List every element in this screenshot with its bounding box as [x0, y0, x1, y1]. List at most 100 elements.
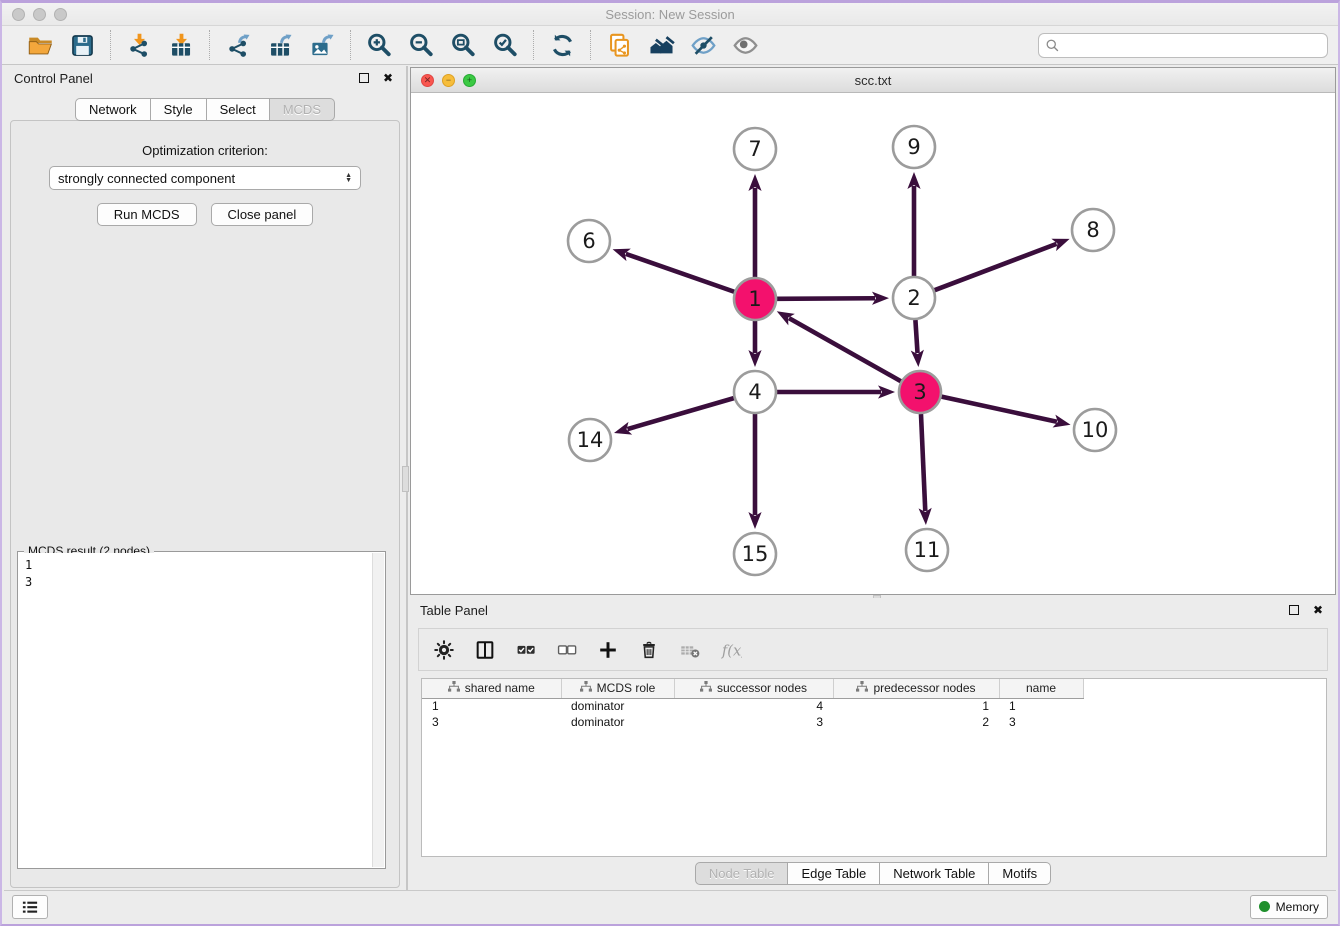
graph-node-6[interactable]: 6: [568, 220, 610, 262]
network-minimize-icon[interactable]: −: [442, 74, 455, 87]
close-panel-icon[interactable]: ✖: [380, 70, 396, 86]
zoom-in-icon[interactable]: [365, 31, 393, 59]
maximize-window-icon[interactable]: [54, 8, 67, 21]
columns-icon[interactable]: [472, 637, 498, 663]
mcds-result-line: 1: [25, 557, 370, 574]
close-window-icon[interactable]: [12, 8, 25, 21]
splitter-handle[interactable]: [402, 466, 409, 492]
criterion-value: strongly connected component: [58, 171, 345, 186]
tab-mcds[interactable]: MCDS: [270, 98, 335, 121]
zoom-selected-icon[interactable]: [491, 31, 519, 59]
zoom-out-icon[interactable]: [407, 31, 435, 59]
tree-icon: [856, 681, 868, 695]
memory-status-icon: [1259, 901, 1270, 912]
graph-node-10[interactable]: 10: [1074, 409, 1116, 451]
graph-edge-3-1[interactable]: [789, 318, 901, 381]
open-session-icon[interactable]: [26, 31, 54, 59]
delete-row-icon[interactable]: [636, 637, 662, 663]
column-header-name[interactable]: name: [999, 679, 1083, 698]
graph-edge-1-2[interactable]: [777, 298, 875, 299]
column-header-MCDS-role[interactable]: MCDS role: [561, 679, 674, 698]
unselect-all-icon[interactable]: [554, 637, 580, 663]
toggle-visibility-icon[interactable]: [689, 31, 717, 59]
graph-edge-2-8[interactable]: [935, 244, 1057, 290]
graph-node-8[interactable]: 8: [1072, 209, 1114, 251]
column-header-predecessor-nodes[interactable]: predecessor nodes: [833, 679, 999, 698]
graph-edge-2-3[interactable]: [915, 320, 917, 353]
graph-node-1[interactable]: 1: [734, 278, 776, 320]
mcds-result-list[interactable]: 13: [19, 553, 372, 867]
network-maximize-icon[interactable]: +: [463, 74, 476, 87]
table-panel-title: Table Panel: [420, 603, 488, 618]
network-canvas[interactable]: 7 9 6 8 1 2 4 3 14 10 15 11: [411, 93, 1335, 594]
network-graph[interactable]: 7 9 6 8 1 2 4 3 14 10 15 11: [411, 93, 1335, 594]
minimize-window-icon[interactable]: [33, 8, 46, 21]
import-table-icon[interactable]: [167, 31, 195, 59]
graph-edge-1-6[interactable]: [626, 254, 734, 292]
svg-text:8: 8: [1086, 218, 1099, 242]
float-panel-icon[interactable]: [356, 70, 372, 86]
select-all-icon[interactable]: [513, 637, 539, 663]
settings-icon[interactable]: [431, 637, 457, 663]
tab-node-table[interactable]: Node Table: [695, 862, 789, 885]
svg-text:4: 4: [748, 380, 761, 404]
graph-node-9[interactable]: 9: [893, 126, 935, 168]
tab-select[interactable]: Select: [207, 98, 270, 121]
memory-button[interactable]: Memory: [1250, 895, 1328, 919]
close-table-panel-icon[interactable]: ✖: [1310, 602, 1326, 618]
save-session-icon[interactable]: [68, 31, 96, 59]
clone-network-icon[interactable]: [605, 31, 633, 59]
graph-node-7[interactable]: 7: [734, 128, 776, 170]
result-scrollbar[interactable]: [372, 553, 384, 867]
table-cell: 2: [833, 714, 999, 730]
svg-text:f(x): f(x): [721, 642, 742, 659]
graph-edge-3-10[interactable]: [941, 397, 1056, 422]
list-icon: [21, 899, 39, 915]
export-image-icon[interactable]: [308, 31, 336, 59]
refresh-icon[interactable]: [548, 31, 576, 59]
tab-network-table[interactable]: Network Table: [880, 862, 989, 885]
svg-text:7: 7: [748, 137, 761, 161]
add-row-icon[interactable]: [595, 637, 621, 663]
criterion-dropdown[interactable]: strongly connected component ▲▼: [49, 166, 361, 190]
close-panel-button[interactable]: Close panel: [211, 203, 314, 226]
task-history-button[interactable]: [12, 895, 48, 919]
graph-edge-4-14[interactable]: [627, 398, 733, 429]
graph-node-3[interactable]: 3: [899, 371, 941, 413]
svg-text:9: 9: [907, 135, 920, 159]
tab-motifs[interactable]: Motifs: [989, 862, 1051, 885]
window-titlebar: Session: New Session: [2, 3, 1338, 26]
network-close-icon[interactable]: ✕: [421, 74, 434, 87]
function-icon: f(x): [718, 637, 744, 663]
network-view-window: ✕ − + scc.txt 7 9 6 8 1 2 4 3 14 10 15 11: [410, 67, 1336, 595]
run-mcds-button[interactable]: Run MCDS: [97, 203, 197, 226]
control-panel-title: Control Panel: [14, 71, 93, 86]
tab-network[interactable]: Network: [75, 98, 151, 121]
column-header-shared-name[interactable]: shared name: [422, 679, 561, 698]
graph-node-11[interactable]: 11: [906, 529, 948, 571]
float-table-panel-icon[interactable]: [1286, 602, 1302, 618]
network-view-title: scc.txt: [855, 73, 892, 88]
graph-node-2[interactable]: 2: [893, 277, 935, 319]
export-network-icon[interactable]: [224, 31, 252, 59]
table-cell: dominator: [561, 698, 674, 714]
table-cell: 1: [422, 698, 561, 714]
table-row[interactable]: 1dominator411: [422, 698, 1083, 714]
home-icon[interactable]: [647, 31, 675, 59]
graph-node-15[interactable]: 15: [734, 533, 776, 575]
zoom-fit-icon[interactable]: [449, 31, 477, 59]
tab-edge-table[interactable]: Edge Table: [788, 862, 880, 885]
delete-table-icon: [677, 637, 703, 663]
search-input[interactable]: [1038, 33, 1328, 58]
column-header-successor-nodes[interactable]: successor nodes: [674, 679, 833, 698]
graph-edge-3-11[interactable]: [921, 414, 925, 511]
import-network-icon[interactable]: [125, 31, 153, 59]
tab-style[interactable]: Style: [151, 98, 207, 121]
table-toolbar: f(x): [418, 628, 1328, 671]
export-table-icon[interactable]: [266, 31, 294, 59]
graph-node-14[interactable]: 14: [569, 419, 611, 461]
eye-icon[interactable]: [731, 31, 759, 59]
table-row[interactable]: 3dominator323: [422, 714, 1083, 730]
graph-node-4[interactable]: 4: [734, 371, 776, 413]
table-cell: 1: [999, 698, 1083, 714]
